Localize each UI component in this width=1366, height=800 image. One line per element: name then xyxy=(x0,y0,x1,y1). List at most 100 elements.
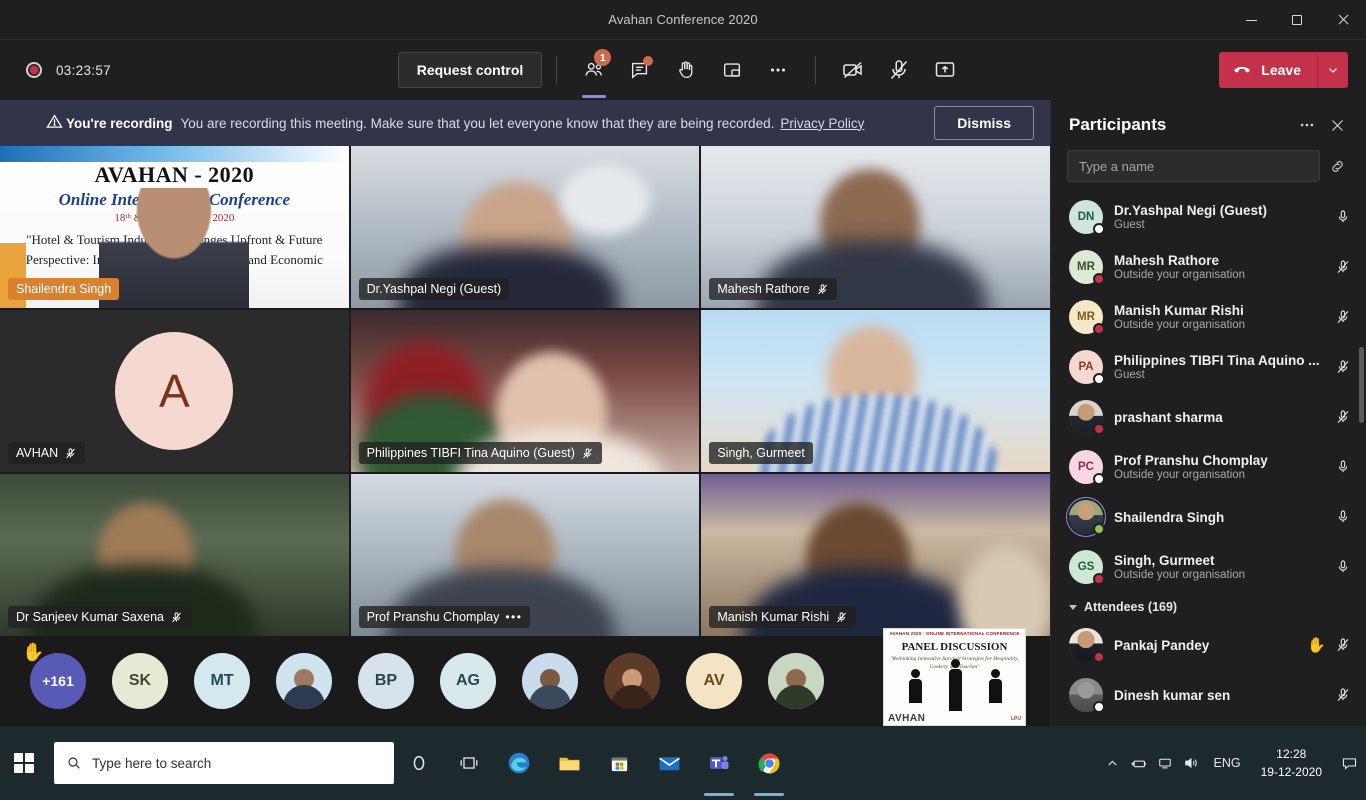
more-options-icon[interactable] xyxy=(1292,110,1322,140)
clock[interactable]: 12:28 19-12-2020 xyxy=(1251,745,1332,781)
privacy-policy-link[interactable]: Privacy Policy xyxy=(780,116,864,131)
participant-name: Shailendra Singh xyxy=(1114,509,1225,525)
filmstrip-item[interactable] xyxy=(276,653,332,709)
people-icon[interactable]: 1 xyxy=(571,48,617,98)
participant-name: prashant sharma xyxy=(1114,409,1223,425)
filmstrip-item[interactable]: AG xyxy=(440,653,496,709)
more-options-icon[interactable] xyxy=(755,48,801,92)
list-item[interactable]: PC Prof Pranshu Chomplay Outside your or… xyxy=(1055,442,1366,492)
filmstrip-item[interactable]: MT xyxy=(194,653,250,709)
minimize-icon[interactable] xyxy=(1228,0,1274,40)
tile-name-text: Dr.Yashpal Negi (Guest) xyxy=(366,282,502,296)
banner-heading: You're recording xyxy=(66,115,173,131)
breakout-rooms-icon[interactable] xyxy=(709,48,755,92)
mic-on-icon[interactable] xyxy=(1334,508,1352,526)
google-chrome-icon[interactable] xyxy=(744,726,794,800)
microsoft-edge-icon[interactable] xyxy=(494,726,544,800)
avatar-initials: DN xyxy=(1077,211,1095,223)
camera-off-icon[interactable] xyxy=(830,48,876,92)
video-tile[interactable]: Singh, Gurmeet xyxy=(701,310,1050,472)
filmstrip-item[interactable] xyxy=(604,653,660,709)
microsoft-teams-icon[interactable] xyxy=(694,726,744,800)
mic-on-icon[interactable] xyxy=(1334,558,1352,576)
list-item[interactable]: GS Singh, Gurmeet Outside your organisat… xyxy=(1055,542,1366,592)
mic-off-icon[interactable] xyxy=(1334,358,1352,376)
list-item[interactable]: Shailendra Singh xyxy=(1055,492,1366,542)
tile-more-options-icon[interactable]: ••• xyxy=(505,610,522,624)
avatar-photo xyxy=(604,653,660,709)
mic-off-icon[interactable] xyxy=(1334,636,1352,654)
participant-info: Dr.Yashpal Negi (Guest) Guest xyxy=(1114,203,1334,231)
microsoft-store-icon[interactable] xyxy=(594,726,644,800)
file-explorer-icon[interactable] xyxy=(544,726,594,800)
video-tile[interactable]: Mahesh Rathore xyxy=(701,146,1050,308)
taskbar-search-box[interactable]: Type here to search xyxy=(54,742,394,784)
tile-name-label: Manish Kumar Rishi xyxy=(709,606,857,628)
task-view-icon[interactable] xyxy=(444,726,494,800)
filmstrip-item[interactable] xyxy=(522,653,578,709)
video-tile[interactable]: AVAHAN - 2020 Online International Confe… xyxy=(0,146,349,308)
action-center-icon[interactable] xyxy=(1332,726,1366,800)
windows-start-icon[interactable] xyxy=(0,726,48,800)
mic-on-icon[interactable] xyxy=(1334,208,1352,226)
mic-off-icon[interactable] xyxy=(1334,408,1352,426)
list-item[interactable]: Pankaj Pandey ✋ xyxy=(1055,620,1366,670)
battery-icon[interactable] xyxy=(1126,726,1152,800)
close-icon[interactable] xyxy=(1320,0,1366,40)
microphone-off-icon[interactable] xyxy=(876,48,922,92)
mic-on-icon[interactable] xyxy=(1334,458,1352,476)
tile-name-text: Mahesh Rathore xyxy=(717,282,810,296)
tile-name-label: Prof Pranshu Chomplay ••• xyxy=(358,606,531,628)
avatar-initials: PC xyxy=(1078,461,1094,473)
mail-icon[interactable] xyxy=(644,726,694,800)
video-tile[interactable]: Manish Kumar Rishi xyxy=(701,474,1050,636)
list-item[interactable]: Dinesh kumar sen xyxy=(1055,670,1366,720)
network-icon[interactable] xyxy=(1152,726,1178,800)
list-item[interactable]: DN Dr.Yashpal Negi (Guest) Guest xyxy=(1055,192,1366,242)
mic-off-icon[interactable] xyxy=(1334,686,1352,704)
cortana-icon[interactable] xyxy=(394,726,444,800)
raise-hand-icon[interactable] xyxy=(663,48,709,92)
share-screen-icon[interactable] xyxy=(922,48,968,92)
leave-main[interactable]: Leave xyxy=(1219,52,1318,88)
participant-actions xyxy=(1334,308,1352,326)
video-tile[interactable]: A AVHAN xyxy=(0,310,349,472)
mic-off-icon[interactable] xyxy=(1334,308,1352,326)
video-tile[interactable]: Prof Pranshu Chomplay ••• xyxy=(350,474,700,636)
volume-icon[interactable] xyxy=(1178,726,1204,800)
chat-icon[interactable] xyxy=(617,48,663,92)
attendees-section-header[interactable]: Attendees (169) xyxy=(1055,592,1366,620)
copy-join-link-icon[interactable] xyxy=(1320,157,1354,176)
video-tile[interactable]: Dr.Yashpal Negi (Guest) xyxy=(350,146,700,308)
people-badge: 1 xyxy=(594,49,612,66)
restore-icon[interactable] xyxy=(1274,0,1320,40)
video-tile[interactable]: Dr Sanjeev Kumar Saxena xyxy=(0,474,349,636)
show-hidden-icons-icon[interactable] xyxy=(1100,726,1126,800)
language-indicator[interactable]: ENG xyxy=(1204,756,1251,770)
panel-scrollbar[interactable] xyxy=(1359,347,1364,423)
overflow-participants-item[interactable]: ✋ +161 xyxy=(22,643,86,709)
raised-hand-icon: ✋ xyxy=(22,642,45,662)
shared-slide-thumbnail[interactable]: AVAHAN 2020 · ONLINE INTERNATIONAL CONFE… xyxy=(883,628,1026,726)
search-input[interactable] xyxy=(1067,150,1320,182)
list-item[interactable]: MR Mahesh Rathore Outside your organisat… xyxy=(1055,242,1366,292)
filmstrip-item[interactable]: AV xyxy=(686,653,742,709)
filmstrip-item[interactable]: BP xyxy=(358,653,414,709)
avatar-photo xyxy=(276,653,332,709)
avatar: MT xyxy=(194,653,250,709)
list-item[interactable]: MR Manish Kumar Rishi Outside your organ… xyxy=(1055,292,1366,342)
close-icon[interactable] xyxy=(1322,110,1352,140)
participant-actions xyxy=(1334,258,1352,276)
dismiss-button[interactable]: Dismiss xyxy=(934,106,1034,140)
list-item[interactable]: prashant sharma xyxy=(1055,392,1366,442)
request-control-button[interactable]: Request control xyxy=(397,52,543,88)
participants-list[interactable]: DN Dr.Yashpal Negi (Guest) Guest MR Mahe… xyxy=(1051,192,1366,722)
video-tile[interactable]: Philippines TIBFI Tina Aquino (Guest) xyxy=(350,310,700,472)
list-item[interactable]: PA Philippines TIBFI Tina Aquino ... Gue… xyxy=(1055,342,1366,392)
leave-button[interactable]: Leave xyxy=(1219,52,1348,88)
leave-options-chevron-down-icon[interactable] xyxy=(1318,52,1348,88)
mic-off-icon[interactable] xyxy=(1334,258,1352,276)
filmstrip-item[interactable] xyxy=(768,653,824,709)
tile-name-text: Dr Sanjeev Kumar Saxena xyxy=(16,610,164,624)
filmstrip-item[interactable]: SK xyxy=(112,653,168,709)
